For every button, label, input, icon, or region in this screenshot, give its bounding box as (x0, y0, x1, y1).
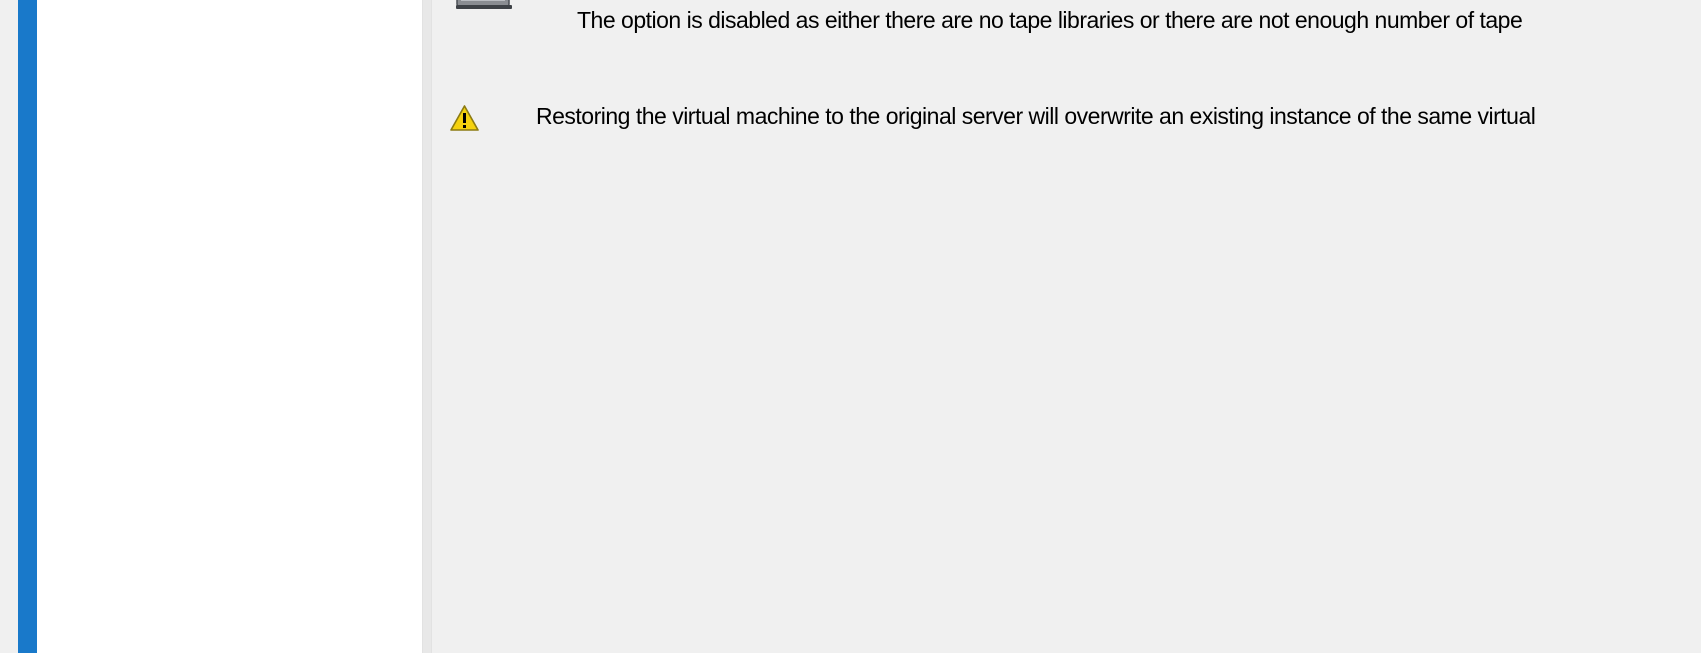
wizard-navigation-pane (37, 0, 422, 653)
window-left-edge (0, 0, 18, 653)
accent-bar (18, 0, 37, 653)
tape-option-disabled-message: The option is disabled as either there a… (577, 7, 1523, 33)
warning-icon (450, 105, 479, 131)
overwrite-warning-message: Restoring the virtual machine to the ori… (536, 103, 1536, 129)
wizard-content-pane (432, 0, 1701, 653)
tape-library-icon (456, 0, 512, 9)
restore-wizard-window: The option is disabled as either there a… (0, 0, 1701, 653)
pane-splitter[interactable] (422, 0, 432, 653)
